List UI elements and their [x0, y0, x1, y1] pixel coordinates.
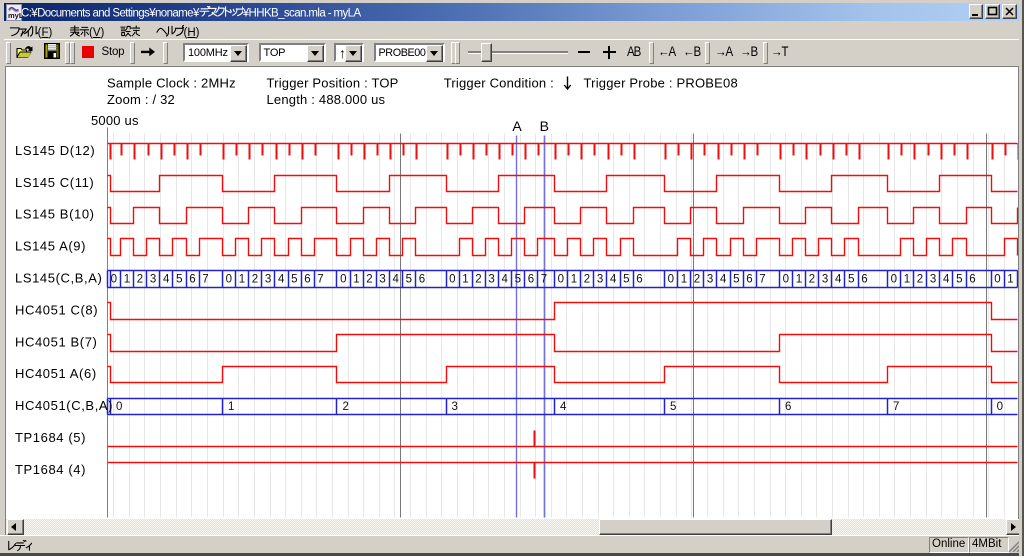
svg-text:LS145 A(9): LS145 A(9) [15, 239, 86, 254]
svg-text:1: 1 [571, 274, 577, 286]
svg-text:1: 1 [353, 274, 359, 286]
svg-text:0: 0 [449, 274, 455, 286]
svg-text:0: 0 [116, 401, 122, 413]
svg-text:A: A [512, 118, 522, 134]
svg-text:2: 2 [137, 274, 143, 286]
svg-text:3: 3 [379, 274, 385, 286]
svg-text:4: 4 [278, 274, 285, 286]
svg-text:2: 2 [343, 401, 349, 413]
svg-text:TP1684 (5): TP1684 (5) [15, 430, 86, 445]
svg-text:3: 3 [930, 274, 936, 286]
svg-text:4: 4 [835, 274, 842, 286]
svg-text:1: 1 [1007, 274, 1013, 286]
svg-text:3: 3 [488, 274, 494, 286]
svg-text:0: 0 [340, 274, 346, 286]
svg-text:HC4051 C(8): HC4051 C(8) [15, 302, 98, 317]
svg-text:1: 1 [462, 274, 468, 286]
svg-text:2: 2 [252, 274, 258, 286]
svg-text:6: 6 [785, 401, 791, 413]
svg-text:Sample Clock : 2MHz: Sample Clock : 2MHz [107, 76, 236, 91]
svg-text:LS145 D(12): LS145 D(12) [15, 143, 95, 158]
svg-text:TP1684 (4): TP1684 (4) [15, 462, 86, 477]
svg-text:3: 3 [822, 274, 828, 286]
svg-text:0: 0 [994, 274, 1000, 286]
svg-text:2: 2 [917, 274, 923, 286]
svg-text:B: B [540, 118, 549, 134]
svg-text:3: 3 [265, 274, 271, 286]
svg-text:0: 0 [668, 274, 674, 286]
svg-text:0: 0 [783, 274, 789, 286]
svg-text:3: 3 [707, 274, 713, 286]
svg-text:1: 1 [904, 274, 910, 286]
svg-text:HC4051(C,B,A): HC4051(C,B,A) [15, 398, 113, 413]
svg-text:7: 7 [202, 274, 208, 286]
svg-text:7: 7 [317, 274, 323, 286]
svg-text:Zoom : / 32: Zoom : / 32 [107, 92, 175, 107]
svg-text:3: 3 [150, 274, 156, 286]
svg-text:5000 us: 5000 us [91, 113, 139, 128]
svg-text:5: 5 [670, 401, 676, 413]
svg-text:2: 2 [694, 274, 700, 286]
svg-text:5: 5 [848, 274, 854, 286]
svg-text:6: 6 [419, 274, 425, 286]
svg-text:LS145 C(11): LS145 C(11) [15, 175, 94, 190]
svg-text:0: 0 [226, 274, 232, 286]
svg-text:4: 4 [501, 274, 508, 286]
svg-text:HC4051 A(6): HC4051 A(6) [15, 366, 97, 381]
svg-text:4: 4 [720, 274, 727, 286]
svg-text:Trigger Probe : PROBE08: Trigger Probe : PROBE08 [584, 76, 738, 91]
svg-text:1: 1 [239, 274, 245, 286]
svg-text:6: 6 [189, 274, 195, 286]
svg-text:2: 2 [366, 274, 372, 286]
svg-text:0: 0 [891, 274, 897, 286]
svg-text:5: 5 [623, 274, 629, 286]
svg-text:5: 5 [291, 274, 297, 286]
svg-text:4: 4 [560, 401, 567, 413]
svg-text:5: 5 [406, 274, 412, 286]
svg-text:1: 1 [681, 274, 687, 286]
svg-text:6: 6 [304, 274, 310, 286]
svg-text:4: 4 [163, 274, 170, 286]
svg-text:6: 6 [528, 274, 534, 286]
svg-text:4: 4 [610, 274, 617, 286]
svg-text:0: 0 [111, 274, 117, 286]
svg-text:4: 4 [943, 274, 950, 286]
svg-text:6: 6 [861, 274, 867, 286]
svg-text:Length : 488.000 us: Length : 488.000 us [267, 92, 386, 107]
svg-text:6: 6 [636, 274, 642, 286]
svg-text:7: 7 [759, 274, 765, 286]
svg-text:Trigger Condition :: Trigger Condition : [444, 76, 554, 91]
svg-text:2: 2 [809, 274, 815, 286]
svg-text:1: 1 [228, 401, 234, 413]
svg-text:5: 5 [515, 274, 521, 286]
svg-text:1: 1 [124, 274, 130, 286]
svg-text:myLA: myLA [8, 11, 22, 20]
svg-text:3: 3 [597, 274, 603, 286]
svg-text:1: 1 [796, 274, 802, 286]
svg-text:0: 0 [558, 274, 564, 286]
svg-text:LS145 B(10): LS145 B(10) [15, 207, 95, 222]
svg-text:0: 0 [997, 401, 1003, 413]
svg-text:6: 6 [746, 274, 752, 286]
svg-text:5: 5 [176, 274, 182, 286]
svg-text:6: 6 [969, 274, 975, 286]
svg-text:5: 5 [956, 274, 962, 286]
svg-text:Trigger Position : TOP: Trigger Position : TOP [267, 76, 399, 91]
svg-text:7: 7 [893, 401, 899, 413]
svg-text:LS145(C,B,A): LS145(C,B,A) [15, 271, 102, 286]
svg-text:2: 2 [475, 274, 481, 286]
svg-text:7: 7 [541, 274, 547, 286]
svg-text:5: 5 [733, 274, 739, 286]
svg-text:4: 4 [392, 274, 399, 286]
svg-text:HC4051 B(7): HC4051 B(7) [15, 334, 97, 349]
svg-text:3: 3 [452, 401, 458, 413]
svg-text:2: 2 [584, 274, 590, 286]
